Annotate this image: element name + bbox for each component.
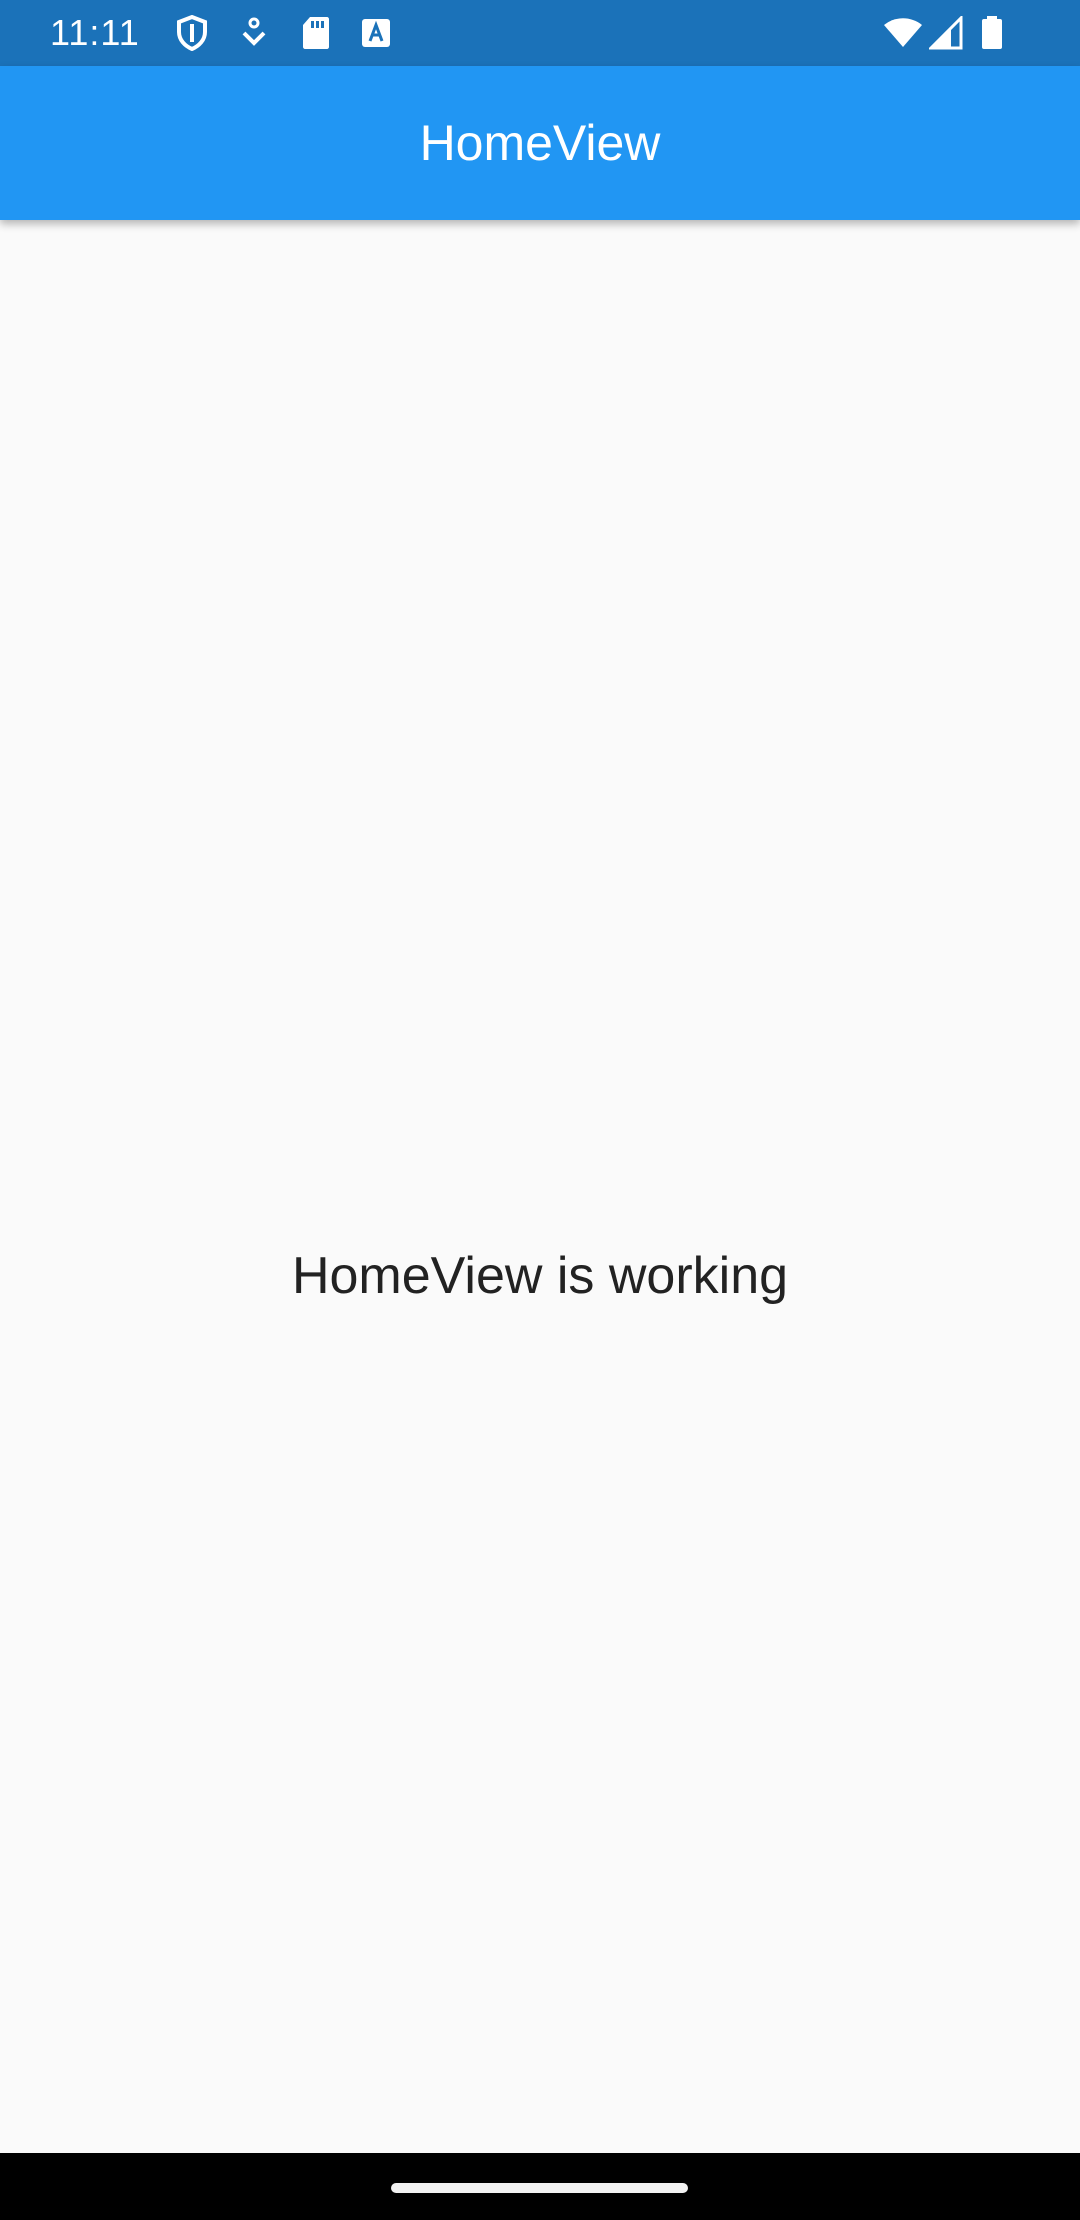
shield-icon bbox=[172, 13, 212, 53]
status-time: 11:11 bbox=[50, 12, 140, 53]
sd-card-icon bbox=[296, 13, 336, 53]
screen: 11:11 HomeView HomeView is working bbox=[0, 0, 1080, 2220]
battery-icon bbox=[972, 13, 1012, 53]
download-icon bbox=[234, 13, 274, 53]
signal-icon bbox=[926, 13, 966, 53]
main-content: HomeView is working bbox=[0, 220, 1080, 2153]
app-bar-title: HomeView bbox=[419, 115, 661, 171]
status-message: HomeView is working bbox=[291, 1246, 789, 1305]
wifi-icon bbox=[880, 13, 926, 53]
navigation-bar bbox=[0, 2153, 1080, 2220]
text-a-icon bbox=[356, 13, 396, 53]
home-gesture-pill[interactable] bbox=[391, 2183, 688, 2193]
app-bar: HomeView bbox=[0, 66, 1080, 220]
status-bar: 11:11 bbox=[0, 0, 1080, 66]
